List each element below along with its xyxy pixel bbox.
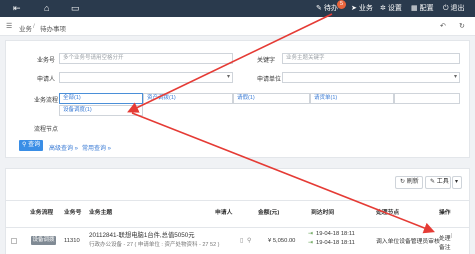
annotation-arrow-to-flow [127,13,333,113]
annotation-arrows [127,13,435,234]
annotation-arrow-to-handle [131,112,435,234]
